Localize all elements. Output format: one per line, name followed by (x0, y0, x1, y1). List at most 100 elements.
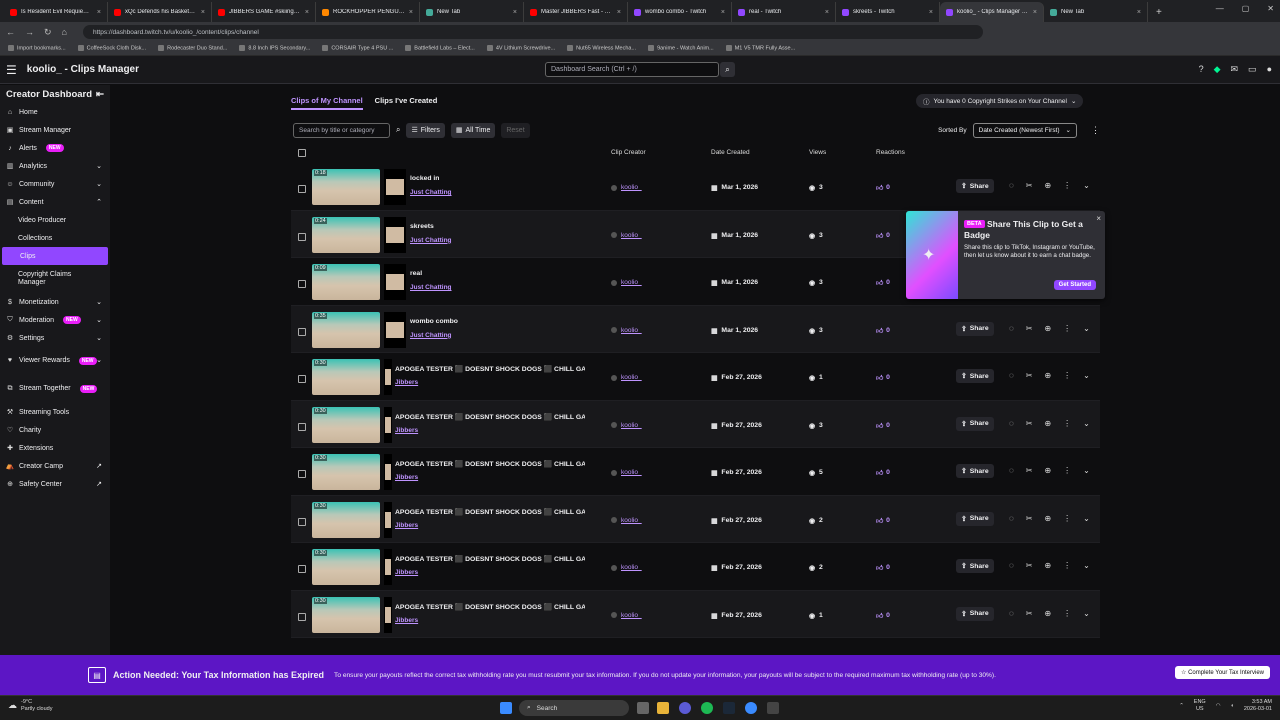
close-icon[interactable]: × (1096, 214, 1101, 223)
bookmark-item[interactable]: CORSAIR Type 4 PSU ... (322, 45, 393, 52)
loading-icon[interactable]: ◌ (1009, 419, 1014, 428)
clip-title[interactable]: APOGEA TESTER ⬛ DOESNT SHOCK DOGS ⬛ CHIL… (395, 603, 585, 611)
clip-category-link[interactable]: Just Chatting (410, 332, 452, 339)
share-button[interactable]: ⇪ Share (956, 369, 994, 383)
edit-clip-icon[interactable]: ✂ (1026, 514, 1033, 523)
reactions-count[interactable]: 👍︎ 0 (876, 564, 890, 572)
table-row[interactable]: 0:35 wombo combo Just Chatting koolio_ ▦ Mar … (291, 305, 1100, 353)
weather-widget[interactable]: ☁ -9°C Partly cloudy (8, 699, 53, 712)
clip-category-link[interactable]: Jibbers (395, 379, 418, 386)
sidebar-item-clips[interactable]: Clips (2, 247, 108, 265)
col-reactions[interactable]: Reactions (876, 149, 905, 156)
more-icon[interactable]: ⋮ (1063, 181, 1071, 190)
loading-icon[interactable]: ◌ (1009, 514, 1014, 523)
clip-category-link[interactable]: Just Chatting (410, 237, 452, 244)
bookmark-item[interactable]: Rodecaster Duo Stand... (158, 45, 227, 52)
reload-icon[interactable]: ↻ (44, 27, 52, 38)
clip-title[interactable]: wombo combo (410, 318, 458, 325)
search-icon[interactable]: ⌕ (396, 125, 400, 135)
maximize-icon[interactable]: ▢ (1242, 4, 1250, 13)
add-icon[interactable]: ⊕ (1044, 514, 1051, 523)
sidebar-item-stream-together[interactable]: ⧉ Stream Together NEW (0, 375, 110, 403)
sidebar-item-content[interactable]: ▤ Content ⌃ (0, 193, 110, 211)
avatar[interactable]: ● (1267, 64, 1272, 75)
sidebar-item-home[interactable]: ⌂ Home (0, 103, 110, 121)
row-checkbox[interactable] (298, 232, 306, 241)
new-tab-icon[interactable]: + (1156, 7, 1162, 18)
expand-icon[interactable]: ⌄ (1083, 609, 1090, 618)
clip-title[interactable]: APOGEA TESTER ⬛ DOESNT SHOCK DOGS ⬛ CHIL… (395, 555, 585, 563)
clip-title[interactable]: APOGEA TESTER ⬛ DOESNT SHOCK DOGS ⬛ CHIL… (395, 508, 585, 516)
row-checkbox[interactable] (298, 517, 306, 526)
table-row[interactable]: 0:30 APOGEA TESTER ⬛ DOESNT SHOCK DOGS ⬛ … (291, 590, 1100, 638)
browser-taskbar-icon[interactable] (745, 702, 757, 714)
close-tab-icon[interactable]: × (97, 9, 101, 16)
share-button[interactable]: ⇪ Share (956, 464, 994, 478)
spotify-icon[interactable] (701, 702, 713, 714)
close-window-icon[interactable]: ✕ (1267, 4, 1274, 13)
browser-tab[interactable]: Master JIBBERS Fast - YouTu × (524, 2, 628, 22)
bookmark-item[interactable]: CoffeeSock Cloth Disk... (78, 45, 147, 52)
sidebar-item-analytics[interactable]: ▥ Analytics ⌄ (0, 157, 110, 175)
expand-icon[interactable]: ⌄ (1083, 561, 1090, 570)
bookmark-item[interactable]: 8.8 Inch IPS Secondary... (239, 45, 310, 52)
complete-tax-interview-button[interactable]: ☆ Complete Your Tax Interview (1175, 666, 1270, 679)
clip-search-input[interactable]: Search by title or category (293, 122, 390, 138)
clip-title[interactable]: APOGEA TESTER ⬛ DOESNT SHOCK DOGS ⬛ CHIL… (395, 413, 585, 421)
more-icon[interactable]: ⋮ (1063, 561, 1071, 570)
clip-thumbnail[interactable]: 0:30 (312, 549, 380, 585)
loading-icon[interactable]: ◌ (1009, 466, 1014, 475)
close-tab-icon[interactable]: × (929, 9, 933, 16)
loading-icon[interactable]: ◌ (1009, 561, 1014, 570)
filters-button[interactable]: ☰ Filters (406, 122, 445, 138)
add-icon[interactable]: ⊕ (1044, 371, 1051, 380)
clip-title[interactable]: skreets (410, 223, 434, 230)
sidebar-item-copyright-claims-manager[interactable]: Copyright Claims Manager (0, 265, 110, 293)
reactions-count[interactable]: 👍︎ 0 (876, 469, 890, 477)
loading-icon[interactable]: ◌ (1009, 609, 1014, 618)
row-checkbox[interactable] (298, 565, 306, 573)
mail-icon[interactable]: ✉ (1231, 64, 1239, 75)
clip-title[interactable]: APOGEA TESTER ⬛ DOESNT SHOCK DOGS ⬛ CHIL… (395, 460, 585, 468)
browser-tab[interactable]: ROCKHOPPER PENGUIN at ti × (316, 2, 420, 22)
more-icon[interactable]: ⋮ (1063, 419, 1071, 428)
row-checkbox[interactable] (298, 327, 306, 336)
table-row[interactable]: 0:30 APOGEA TESTER ⬛ DOESNT SHOCK DOGS ⬛ … (291, 543, 1100, 591)
sidebar-item-moderation[interactable]: ⛉ Moderation NEW ⌄ (0, 311, 110, 329)
sidebar-item-viewer-rewards[interactable]: ♥ Viewer Rewards NEW ⌄ (0, 347, 110, 375)
add-icon[interactable]: ⊕ (1044, 561, 1051, 570)
sort-select[interactable]: Date Created (Newest First) ⌄ (972, 122, 1077, 138)
more-icon[interactable]: ⋮ (1063, 514, 1071, 523)
bookmark-item[interactable]: Import bookmarks... (8, 45, 66, 52)
sidebar-item-creator-camp[interactable]: ⛺ Creator Camp ↗ (0, 457, 110, 475)
col-date-created[interactable]: Date Created (711, 149, 750, 156)
expand-icon[interactable]: ⌄ (1083, 419, 1090, 428)
reactions-count[interactable]: 👍︎ 0 (876, 327, 890, 335)
share-button[interactable]: ⇪ Share (956, 559, 994, 573)
loading-icon[interactable]: ◌ (1009, 371, 1014, 380)
more-icon[interactable]: ⋮ (1063, 466, 1071, 475)
clip-creator[interactable]: koolio_ (611, 327, 642, 334)
task-view-icon[interactable] (637, 702, 649, 714)
expand-icon[interactable]: ⌄ (1083, 324, 1090, 333)
get-started-button[interactable]: Get Started (1053, 280, 1096, 290)
sidebar-item-safety-center[interactable]: ⊕ Safety Center ↗ (0, 475, 110, 493)
edit-clip-icon[interactable]: ✂ (1026, 419, 1033, 428)
bookmark-item[interactable]: M1 V5 TMR Fully Asse... (726, 45, 795, 52)
edit-clip-icon[interactable]: ✂ (1026, 181, 1033, 190)
more-icon[interactable]: ⋮ (1063, 371, 1071, 380)
clip-title[interactable]: APOGEA TESTER ⬛ DOESNT SHOCK DOGS ⬛ CHIL… (395, 365, 585, 373)
windows-start-icon[interactable] (500, 702, 512, 714)
expand-icon[interactable]: ⌄ (1083, 466, 1090, 475)
help-icon[interactable]: ? (1199, 64, 1204, 75)
table-row[interactable]: 0:30 APOGEA TESTER ⬛ DOESNT SHOCK DOGS ⬛ … (291, 400, 1100, 448)
reset-button[interactable]: Reset (501, 122, 530, 138)
bookmark-item[interactable]: Battlefield Labs – Elect... (405, 45, 475, 52)
browser-tab[interactable]: Is Resident Evil Requiem Go × (4, 2, 108, 22)
back-icon[interactable]: ← (6, 27, 15, 37)
close-tab-icon[interactable]: × (513, 9, 517, 16)
sidebar-item-video-producer[interactable]: Video Producer (0, 211, 110, 229)
close-tab-icon[interactable]: × (1033, 9, 1037, 16)
close-tab-icon[interactable]: × (305, 9, 309, 16)
search-icon[interactable]: ⌕ (720, 62, 735, 77)
